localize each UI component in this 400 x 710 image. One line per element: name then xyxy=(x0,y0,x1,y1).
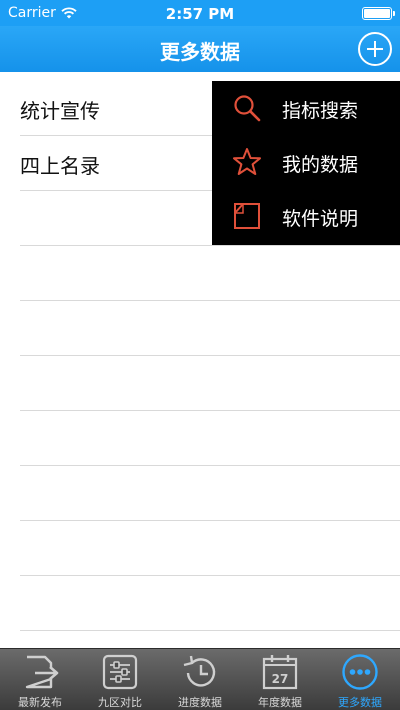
tab-progress-data[interactable]: 进度数据 xyxy=(160,649,240,710)
add-button[interactable] xyxy=(358,32,392,66)
list-item xyxy=(20,576,400,631)
search-icon xyxy=(234,95,261,122)
tab-label: 进度数据 xyxy=(178,696,222,709)
status-time: 2:57 PM xyxy=(165,5,235,23)
tab-latest-release[interactable]: 最新发布 xyxy=(0,649,80,710)
tab-bar: 最新发布 九区对比 进度数据 27 年度数据 更多数据 xyxy=(0,648,400,710)
more-dots-icon xyxy=(342,654,378,690)
menu-item-label: 我的数据 xyxy=(282,154,359,176)
star-icon xyxy=(233,148,261,175)
list-item xyxy=(20,301,400,356)
list-item xyxy=(20,411,400,466)
navigation-bar: 更多数据 xyxy=(0,26,400,72)
list-item xyxy=(20,466,400,521)
menu-item-label: 指标搜索 xyxy=(282,100,359,122)
tab-more-data[interactable]: 更多数据 xyxy=(320,649,400,710)
list-item xyxy=(20,246,400,301)
menu-item-software-info[interactable]: 软件说明 xyxy=(212,189,400,243)
sliders-icon xyxy=(102,654,138,690)
page-title: 更多数据 xyxy=(160,40,240,64)
history-clock-icon xyxy=(183,655,216,687)
menu-item-my-data[interactable]: 我的数据 xyxy=(212,135,400,189)
tab-annual-data[interactable]: 27 年度数据 xyxy=(240,649,320,710)
tab-label: 最新发布 xyxy=(18,696,62,709)
menu-item-label: 软件说明 xyxy=(282,208,359,230)
status-bar: Carrier 2:57 PM xyxy=(0,0,400,26)
list-item xyxy=(20,521,400,576)
battery-icon xyxy=(362,7,395,20)
menu-item-search[interactable]: 指标搜索 xyxy=(212,81,400,135)
tab-district-compare[interactable]: 九区对比 xyxy=(80,649,160,710)
tab-label: 年度数据 xyxy=(258,696,302,709)
calendar-day: 27 xyxy=(272,672,289,686)
list-item-label: 四上名录 xyxy=(20,154,100,178)
tab-label: 更多数据 xyxy=(338,696,382,709)
tab-label: 九区对比 xyxy=(98,696,142,709)
list-item-label: 统计宣传 xyxy=(20,99,100,123)
popup-menu: 指标搜索 我的数据 软件说明 xyxy=(212,81,400,245)
publish-export-icon xyxy=(25,655,59,689)
calendar-icon: 27 xyxy=(262,655,298,690)
list-item xyxy=(20,356,400,411)
document-icon xyxy=(234,203,260,229)
